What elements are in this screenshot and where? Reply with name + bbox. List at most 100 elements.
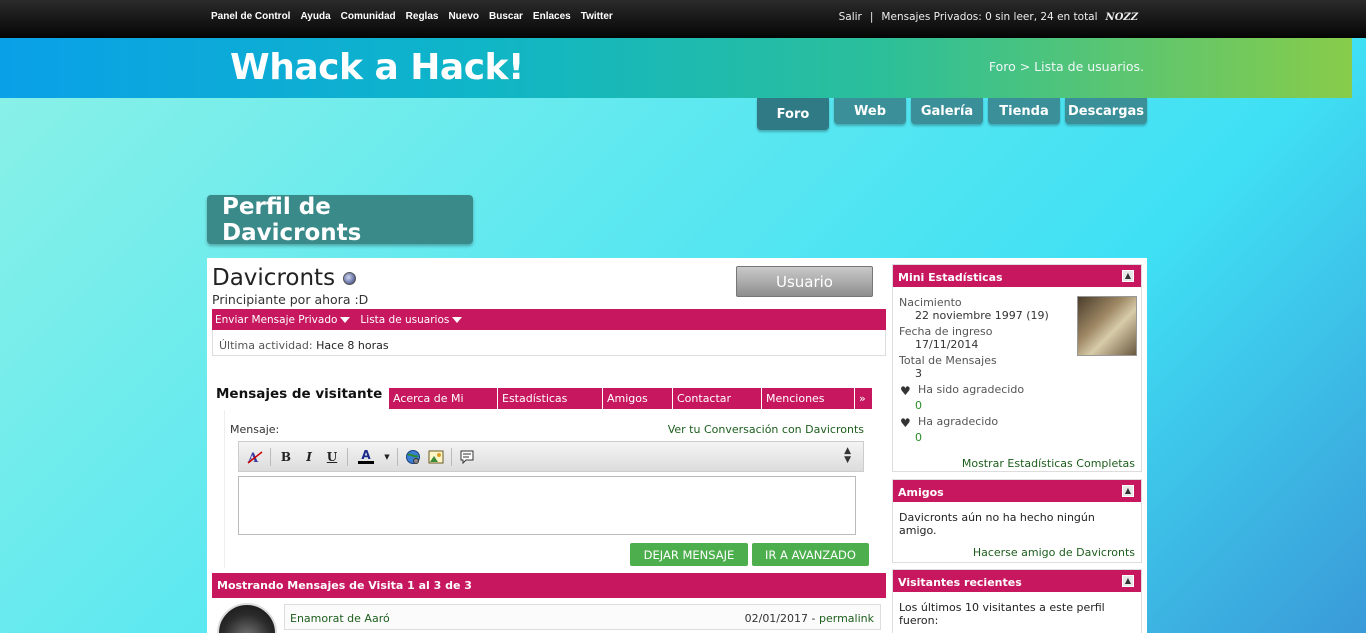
caret-down-icon [340, 316, 351, 323]
gave-thanks-value: 0 [915, 431, 922, 444]
nav-comunidad[interactable]: Comunidad [341, 11, 396, 22]
private-messages-link[interactable]: Mensajes Privados: 0 sin leer, 24 en tot… [881, 11, 1097, 23]
message-card: Enamorat de Aaró 02/01/2017 - permalink [284, 604, 881, 630]
remove-format-icon[interactable]: A [247, 449, 263, 465]
send-pm-menu[interactable]: Enviar Mensaje Privado [215, 313, 351, 326]
messages-header: Mostrando Mensajes de Visita 1 al 3 de 3 [212, 573, 886, 598]
toolbar-separator [347, 447, 348, 466]
tab-foro[interactable]: Foro [757, 98, 829, 130]
tab-contact[interactable]: Contactar [672, 388, 761, 409]
insert-image-icon[interactable] [428, 449, 444, 465]
conversation-link[interactable]: Ver tu Conversación con Davicronts [668, 423, 864, 436]
message-label: Mensaje: [230, 423, 280, 436]
tab-descargas[interactable]: Descargas [1065, 98, 1147, 124]
text-color-bar [358, 461, 374, 464]
nav-enlaces[interactable]: Enlaces [533, 11, 571, 22]
user-info-box: Davicronts Principiante por ahora :D Usu… [212, 262, 886, 356]
top-nav: Panel de Control Ayuda Comunidad Reglas … [211, 11, 613, 22]
section-tabs: Mensajes de visitante Acerca de Mi Estad… [212, 382, 872, 410]
text-color-button[interactable]: A [355, 449, 377, 465]
site-title[interactable]: Whack a Hack! [230, 47, 524, 88]
nav-reglas[interactable]: Reglas [406, 11, 439, 22]
collapse-icon[interactable]: ▲ [1122, 575, 1134, 587]
friends-title: Amigos [898, 486, 944, 499]
brand-logo: NOZZ [1105, 11, 1138, 23]
list-item: Enamorat de Aaró 02/01/2017 - permalink [212, 598, 886, 633]
site-header: Whack a Hack! Foro > Lista de usuarios. [0, 38, 1352, 98]
tab-visitor-messages[interactable]: Mensajes de visitante [212, 382, 384, 410]
tab-web[interactable]: Web [834, 98, 906, 124]
go-advanced-button[interactable]: IR A AVANZADO [752, 543, 869, 566]
last-activity-value: Hace 8 horas [316, 339, 389, 352]
caret-down-icon [452, 316, 463, 323]
nav-ayuda[interactable]: Ayuda [300, 11, 330, 22]
toolbar-resize-arrows-icon[interactable]: ▲ ▼ [844, 447, 851, 465]
user-list-menu[interactable]: Lista de usuarios [360, 314, 463, 326]
toolbar-separator [451, 447, 452, 466]
nav-nuevo[interactable]: Nuevo [448, 11, 479, 22]
bold-button[interactable]: B [278, 449, 294, 465]
tab-statistics[interactable]: Estadísticas [497, 388, 602, 409]
tab-galeria[interactable]: Galería [911, 98, 983, 124]
message-textarea[interactable] [238, 476, 856, 535]
message-form: Mensaje: Ver tu Conversación con Davicro… [224, 410, 872, 568]
dropdown-arrow-icon[interactable]: ▼ [384, 449, 390, 465]
offline-status-icon [343, 271, 357, 285]
gave-thanks-label: Ha agradecido [918, 415, 999, 428]
recent-visitors-block: Visitantes recientes ▲ Los últimos 10 vi… [892, 569, 1142, 633]
nav-twitter[interactable]: Twitter [581, 11, 613, 22]
top-bar: Panel de Control Ayuda Comunidad Reglas … [0, 0, 1366, 38]
tab-tienda[interactable]: Tienda [988, 98, 1060, 124]
permalink-link[interactable]: permalink [819, 612, 874, 625]
tab-about-me[interactable]: Acerca de Mi [388, 388, 497, 409]
page-title: Perfil de Davicronts [207, 194, 473, 246]
mini-stats-header: Mini Estadísticas ▲ [893, 265, 1141, 287]
separator: | [869, 11, 874, 23]
editor-toolbar: A B I U A ▼ ▲ ▼ [238, 441, 864, 472]
thanked-label: Ha sido agradecido [918, 383, 1025, 396]
recent-visitors-title: Visitantes recientes [898, 576, 1022, 589]
rank-badge: Usuario [736, 266, 873, 297]
nav-panel-de-control[interactable]: Panel de Control [211, 11, 290, 22]
breadcrumb[interactable]: Foro > Lista de usuarios. [989, 59, 1144, 74]
posts-label: Total de Mensajes [899, 354, 997, 367]
logout-link[interactable]: Salir [839, 11, 862, 23]
recent-visitors-header: Visitantes recientes ▲ [893, 570, 1141, 592]
user-title: Principiante por ahora :D [212, 292, 369, 307]
add-friend-link[interactable]: Hacerse amigo de Davicronts [973, 546, 1135, 559]
posts-value: 3 [915, 367, 922, 380]
heart-icon: ♥ [900, 416, 911, 430]
thanked-value: 0 [915, 399, 922, 412]
link-globe-icon[interactable] [405, 449, 421, 465]
toolbar-separator [270, 447, 271, 466]
collapse-icon[interactable]: ▲ [1122, 485, 1134, 497]
message-author-link[interactable]: Enamorat de Aaró [290, 612, 390, 625]
quote-icon[interactable] [459, 449, 475, 465]
italic-button[interactable]: I [301, 449, 317, 465]
profile-container: Davicronts Principiante por ahora :D Usu… [207, 258, 1147, 633]
heart-icon: ♥ [900, 384, 911, 398]
mini-stats-block: Mini Estadísticas ▲ Nacimiento 22 noviem… [892, 264, 1142, 472]
last-activity: Última actividad: Hace 8 horas [212, 330, 886, 356]
collapse-icon[interactable]: ▲ [1122, 270, 1134, 282]
mini-stats-title: Mini Estadísticas [898, 271, 1003, 284]
tab-more[interactable]: » [854, 388, 872, 409]
main-tabs: Foro Web Galería Tienda Descargas [757, 98, 1147, 130]
recent-visitors-text: Los últimos 10 visitantes a este perfil … [899, 601, 1105, 627]
birth-label: Nacimiento [899, 296, 962, 309]
avatar[interactable] [217, 603, 277, 633]
text-color-glyph: A [361, 448, 371, 462]
underline-button[interactable]: U [324, 449, 340, 465]
full-stats-link[interactable]: Mostrar Estadísticas Completas [962, 457, 1135, 470]
friends-header: Amigos ▲ [893, 480, 1141, 502]
send-pm-label: Enviar Mensaje Privado [215, 313, 338, 326]
friends-block: Amigos ▲ Davicronts aún no ha hecho ning… [892, 479, 1142, 563]
tab-friends[interactable]: Amigos [602, 388, 672, 409]
nav-buscar[interactable]: Buscar [489, 11, 523, 22]
toolbar-separator [397, 447, 398, 466]
submit-message-button[interactable]: DEJAR MENSAJE [630, 543, 748, 566]
avatar [1077, 296, 1137, 356]
tab-mentions[interactable]: Menciones [761, 388, 854, 409]
profile-action-bar: Enviar Mensaje Privado Lista de usuarios [212, 309, 886, 330]
message-date: 02/01/2017 [744, 612, 809, 625]
